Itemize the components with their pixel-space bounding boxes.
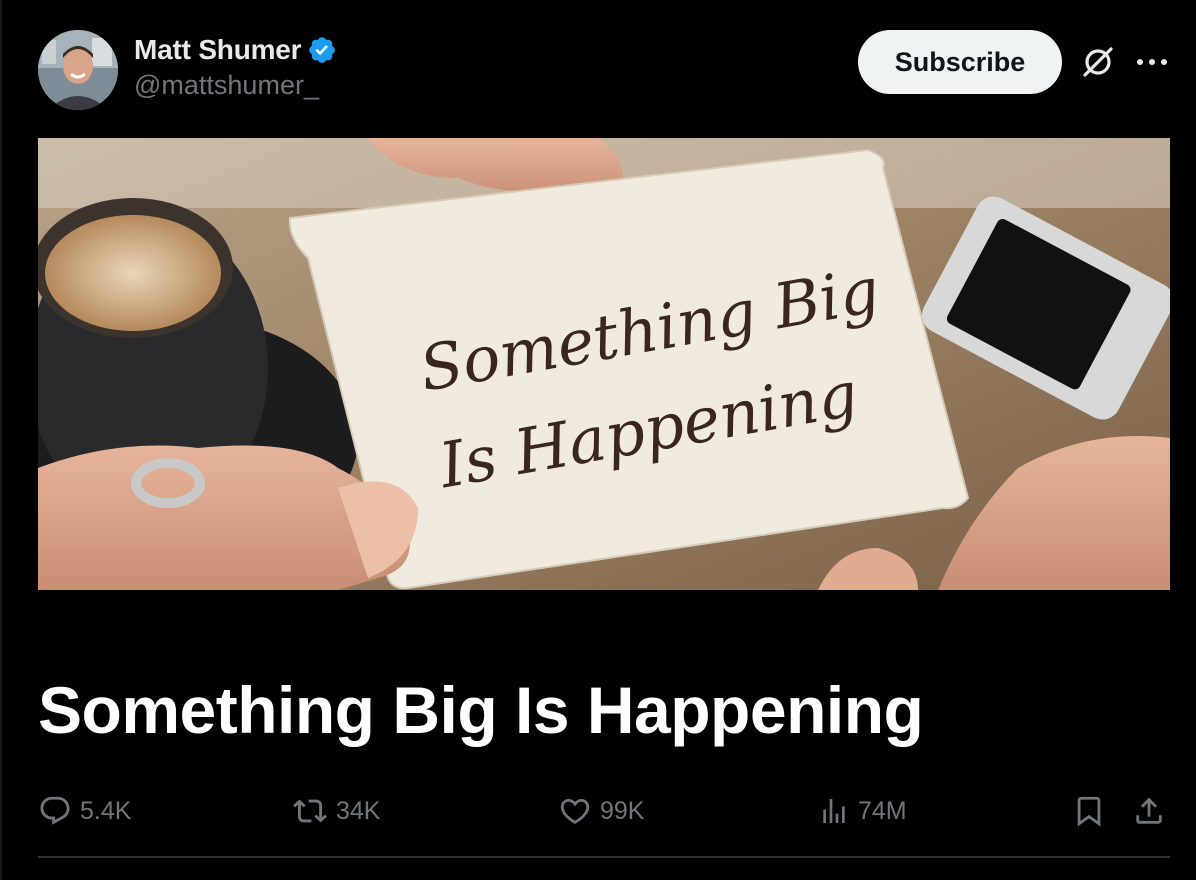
views-button[interactable]: 74M bbox=[818, 788, 907, 834]
avatar[interactable] bbox=[38, 30, 118, 110]
verified-badge-icon[interactable] bbox=[307, 35, 337, 65]
article-cover-image[interactable]: Something Big Is Happening bbox=[38, 138, 1170, 590]
article-title[interactable]: Something Big Is Happening bbox=[38, 672, 924, 748]
author-name[interactable]: Matt Shumer bbox=[134, 34, 302, 66]
share-button[interactable] bbox=[1132, 788, 1166, 834]
post-header: Matt Shumer @mattshumer_ Subscribe bbox=[38, 28, 1170, 112]
views-count: 74M bbox=[858, 796, 907, 825]
reply-button[interactable]: 5.4K bbox=[38, 788, 131, 834]
like-count: 99K bbox=[600, 796, 645, 825]
like-icon bbox=[558, 794, 592, 828]
subscribe-button[interactable]: Subscribe bbox=[858, 30, 1062, 94]
like-button[interactable]: 99K bbox=[558, 788, 644, 834]
divider bbox=[38, 856, 1170, 858]
share-icon bbox=[1132, 793, 1166, 829]
author-info: Matt Shumer @mattshumer_ bbox=[134, 34, 337, 101]
repost-button[interactable]: 34K bbox=[292, 788, 380, 834]
name-row: Matt Shumer bbox=[134, 34, 337, 66]
repost-count: 34K bbox=[336, 796, 381, 825]
engagement-bar: 5.4K 34K 99K 74M bbox=[38, 788, 1170, 834]
grok-icon[interactable] bbox=[1078, 42, 1118, 82]
author-handle[interactable]: @mattshumer_ bbox=[134, 70, 337, 101]
bookmark-button[interactable] bbox=[1072, 788, 1106, 834]
reply-count: 5.4K bbox=[80, 796, 132, 825]
views-icon bbox=[818, 794, 850, 828]
repost-icon bbox=[292, 794, 328, 828]
bookmark-icon bbox=[1072, 793, 1106, 829]
more-icon[interactable] bbox=[1132, 42, 1172, 82]
tweet-container: Matt Shumer @mattshumer_ Subscribe Somet… bbox=[0, 0, 1196, 880]
reply-icon bbox=[38, 794, 72, 828]
